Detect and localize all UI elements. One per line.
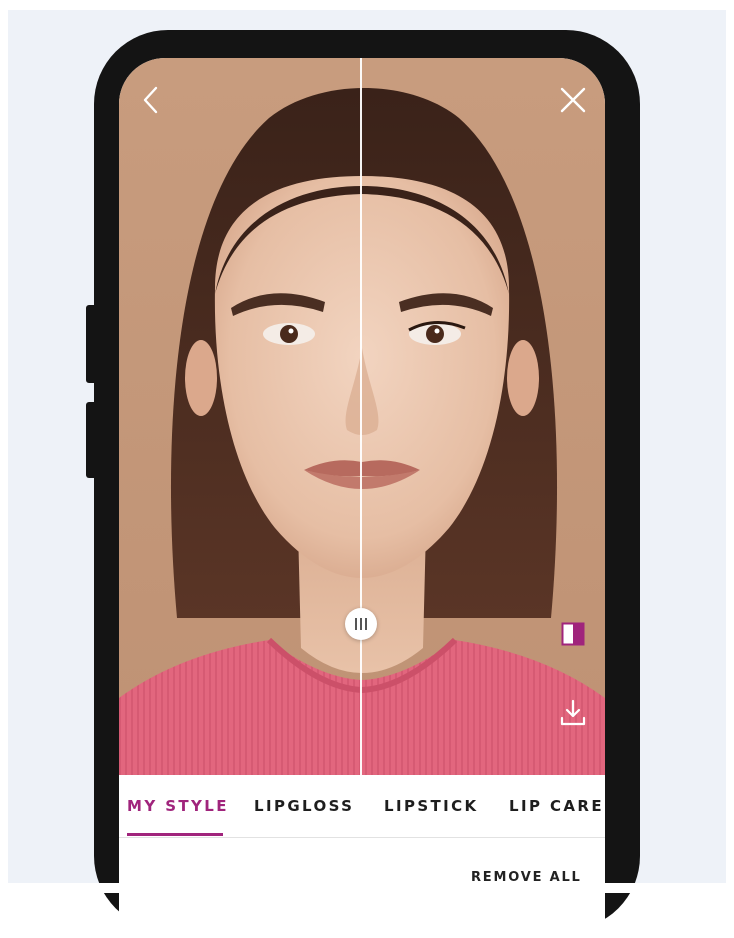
compare-slider-handle[interactable] (345, 608, 377, 640)
drag-handle-icon (355, 618, 367, 630)
chevron-left-icon (143, 86, 158, 114)
tab-my-style[interactable]: MY STYLE (127, 797, 229, 815)
app-screen: MY STYLE LIPGLOSS LIPSTICK LIP CARE REMO… (119, 58, 605, 938)
download-icon (560, 699, 586, 726)
download-button[interactable] (559, 698, 587, 728)
category-tabs: MY STYLE LIPGLOSS LIPSTICK LIP CARE (119, 775, 605, 838)
compare-toggle-icon (561, 622, 585, 646)
virtual-try-on-preview (119, 58, 605, 775)
left-ear (185, 340, 217, 416)
close-button[interactable] (559, 86, 587, 114)
tab-lip-care[interactable]: LIP CARE (509, 797, 604, 815)
close-icon (560, 87, 586, 113)
tab-lipgloss[interactable]: LIPGLOSS (254, 797, 354, 815)
back-button[interactable] (137, 86, 165, 114)
right-ear (507, 340, 539, 416)
model-photo (119, 58, 605, 775)
compare-divider-line (360, 58, 362, 775)
page-bottom-edge (0, 883, 734, 893)
tab-lipstick[interactable]: LIPSTICK (384, 797, 479, 815)
active-tab-indicator (127, 833, 223, 836)
compare-view-toggle[interactable] (561, 622, 585, 646)
